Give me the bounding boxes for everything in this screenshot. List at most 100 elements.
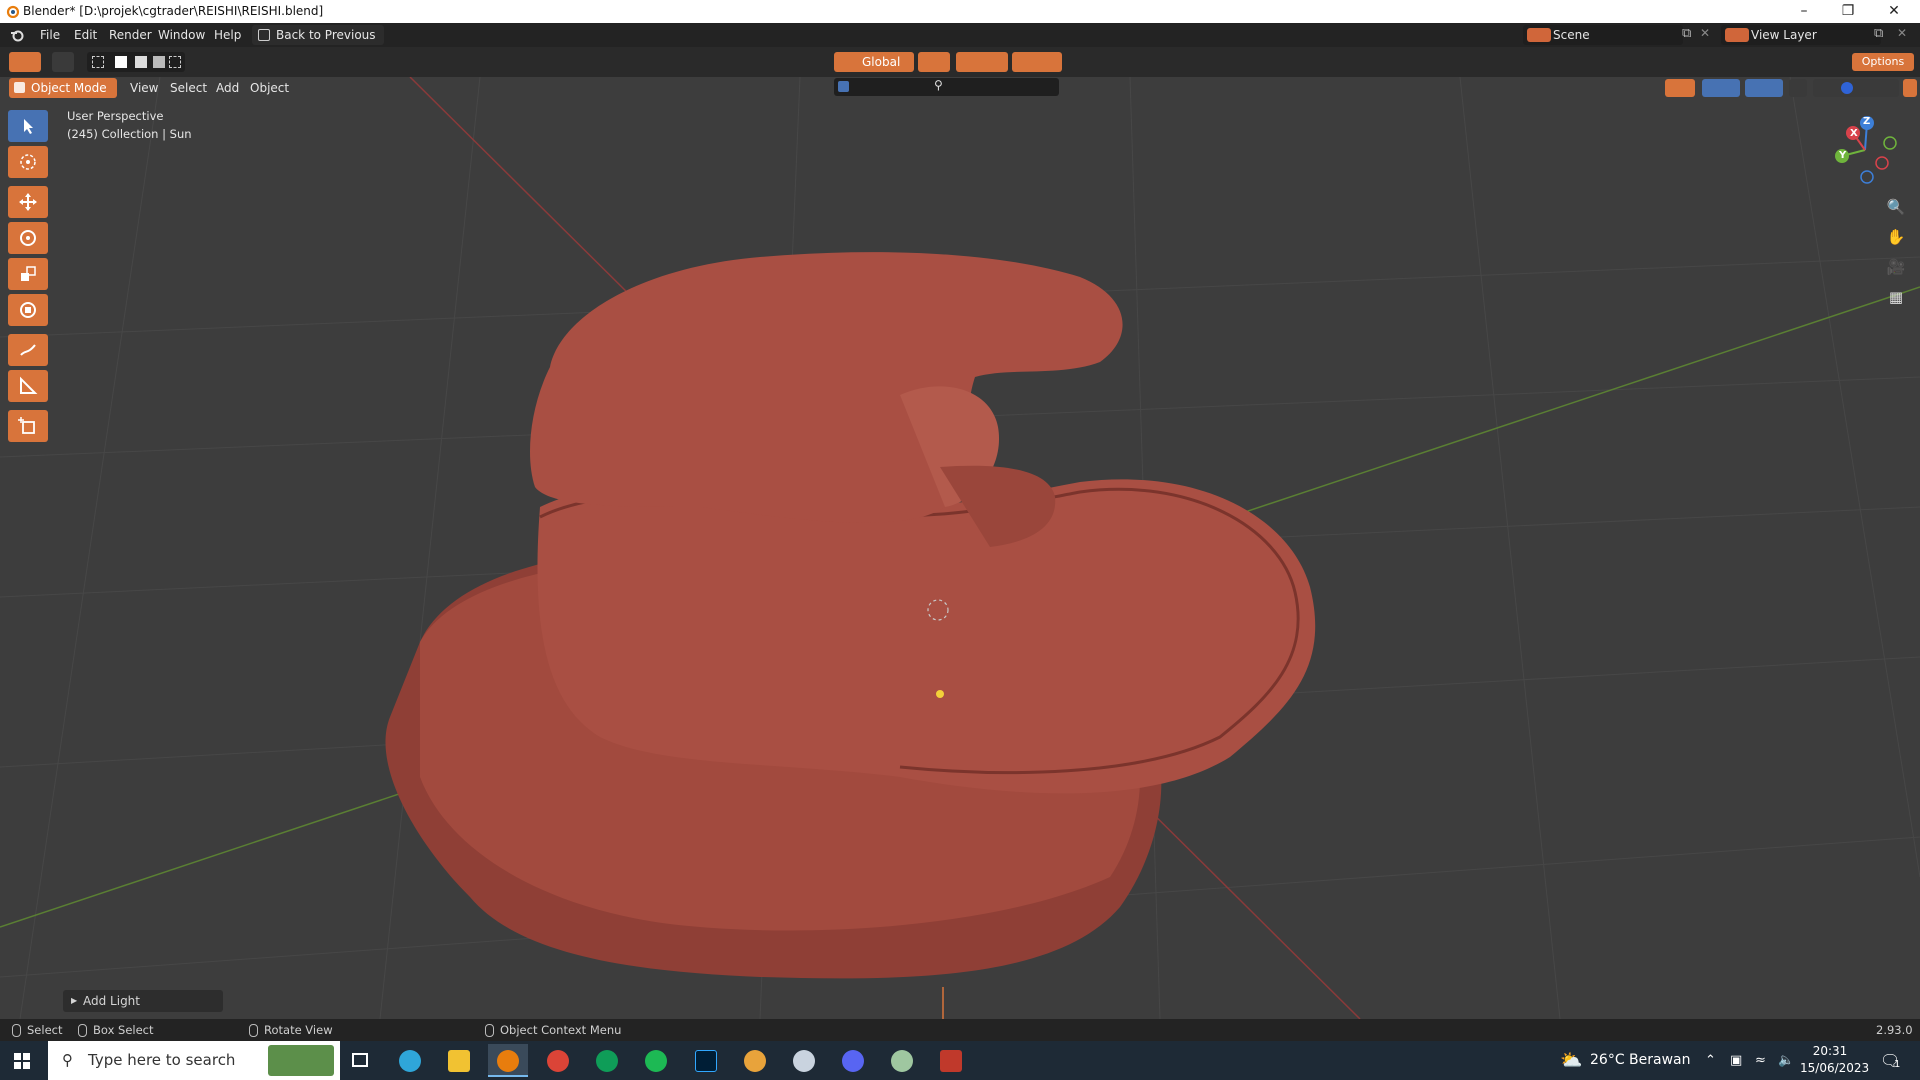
object-visibility-dropdown[interactable] bbox=[1665, 79, 1695, 97]
measure-tool-button[interactable] bbox=[8, 370, 48, 402]
viewport-filter-bar[interactable]: ⚲ bbox=[834, 78, 1059, 96]
add-light-operator-panel[interactable]: ▶ Add Light bbox=[63, 990, 223, 1012]
options-dropdown[interactable]: Options bbox=[1852, 53, 1914, 71]
minimize-button[interactable]: – bbox=[1782, 0, 1826, 23]
taskbar-app-blender[interactable] bbox=[488, 1044, 528, 1077]
pan-hand-icon[interactable]: ✋ bbox=[1884, 225, 1908, 249]
taskbar-app-chrome-2[interactable] bbox=[735, 1044, 775, 1077]
invert-mode-icon[interactable] bbox=[153, 56, 165, 68]
windows-start-icon[interactable] bbox=[14, 1053, 30, 1069]
taskbar-app-paint[interactable] bbox=[784, 1044, 824, 1077]
scale-tool-button[interactable] bbox=[8, 258, 48, 290]
cursor-tool-button[interactable] bbox=[8, 146, 48, 178]
blender-menu-icon[interactable] bbox=[10, 28, 24, 42]
chrome-profile-icon bbox=[596, 1050, 618, 1072]
delete-view-layer-icon[interactable]: ✕ bbox=[1897, 26, 1907, 40]
select-tool-mode-icon[interactable] bbox=[52, 52, 74, 72]
taskbar-app-edge[interactable] bbox=[390, 1044, 430, 1077]
viewport-menu-view[interactable]: View bbox=[124, 78, 164, 98]
new-view-layer-icon[interactable]: ⧉ bbox=[1874, 26, 1883, 41]
clock-date[interactable]: 15/06/2023 bbox=[1800, 1061, 1869, 1075]
transform-orientation-dropdown[interactable]: Global bbox=[834, 52, 914, 72]
tray-meet-icon[interactable]: ▣ bbox=[1730, 1041, 1742, 1080]
select-mode-buttons[interactable] bbox=[87, 52, 185, 72]
reishi-mushroom-model[interactable] bbox=[385, 252, 1316, 979]
delete-scene-icon[interactable]: ✕ bbox=[1700, 26, 1710, 40]
taskbar-app-photoshop[interactable] bbox=[686, 1044, 726, 1077]
menu-edit[interactable]: Edit bbox=[68, 26, 103, 44]
transform-icon bbox=[20, 302, 36, 318]
zoom-icon[interactable]: 🔍 bbox=[1884, 195, 1908, 219]
status-rotate-view-label: Rotate View bbox=[264, 1023, 333, 1037]
wifi-icon[interactable]: ≈ bbox=[1755, 1041, 1766, 1080]
rotate-tool-button[interactable] bbox=[8, 222, 48, 254]
solid-shading-icon[interactable] bbox=[1841, 82, 1853, 94]
taskbar-app-chrome[interactable] bbox=[538, 1044, 578, 1077]
gizmo-z-label: Z bbox=[1863, 116, 1871, 127]
xray-toggle[interactable] bbox=[1789, 79, 1807, 97]
window-titlebar: Blender* [D:\projek\cgtrader\REISHI\REIS… bbox=[0, 0, 1920, 23]
select-tool-button[interactable] bbox=[8, 110, 48, 142]
gizmo-toggle[interactable] bbox=[1702, 79, 1740, 97]
subtract-mode-icon[interactable] bbox=[135, 56, 147, 68]
annotate-tool-button[interactable] bbox=[8, 334, 48, 366]
move-tool-button[interactable] bbox=[8, 186, 48, 218]
search-icon[interactable]: ⚲ bbox=[934, 78, 943, 92]
intersect-mode-icon[interactable] bbox=[169, 56, 181, 68]
overlay-toggle[interactable] bbox=[1745, 79, 1783, 97]
editor-type-button[interactable] bbox=[9, 52, 41, 72]
new-scene-icon[interactable]: ⧉ bbox=[1682, 26, 1691, 41]
weather-label[interactable]: 26°C Berawan bbox=[1590, 1041, 1691, 1080]
view-layer-selector[interactable]: View Layer bbox=[1721, 25, 1881, 45]
proportional-editing-toggle[interactable] bbox=[1012, 52, 1062, 72]
viewport-menu-select[interactable]: Select bbox=[164, 78, 213, 98]
3d-viewport[interactable]: User Perspective (245) Collection | Sun … bbox=[0, 77, 1920, 1019]
folder-icon bbox=[448, 1050, 470, 1072]
set-mode-icon[interactable] bbox=[92, 56, 104, 68]
taskbar-app-game[interactable] bbox=[931, 1044, 971, 1077]
back-to-previous-button[interactable]: Back to Previous bbox=[252, 25, 384, 45]
clock-time[interactable]: 20:31 bbox=[1800, 1044, 1860, 1058]
tray-chevron-icon[interactable]: ⌃ bbox=[1705, 1041, 1716, 1080]
menu-render[interactable]: Render bbox=[103, 26, 158, 44]
taskbar-app-tool[interactable] bbox=[882, 1044, 922, 1077]
close-window-button[interactable]: ✕ bbox=[1872, 0, 1916, 23]
taskbar-app-discord[interactable] bbox=[833, 1044, 873, 1077]
left-mouse-icon bbox=[12, 1024, 21, 1037]
chrome-alt-icon bbox=[744, 1050, 766, 1072]
taskbar-app-chrome-profile[interactable] bbox=[587, 1044, 627, 1077]
restore-button[interactable]: ❐ bbox=[1826, 0, 1870, 23]
blender-logo-icon bbox=[6, 5, 19, 18]
volume-icon[interactable]: 🔈 bbox=[1778, 1041, 1794, 1080]
camera-view-icon[interactable]: 🎥 bbox=[1884, 255, 1908, 279]
status-bar: Select Box Select Rotate View Object Con… bbox=[0, 1019, 1920, 1041]
status-rotate-view: Rotate View bbox=[249, 1019, 333, 1041]
perspective-toggle-icon[interactable]: ▦ bbox=[1884, 285, 1908, 309]
taskbar-app-spotify[interactable] bbox=[636, 1044, 676, 1077]
filter-mesh-icon[interactable] bbox=[838, 81, 849, 92]
viewport-menu-add[interactable]: Add bbox=[210, 78, 245, 98]
viewport-menu-object[interactable]: Object bbox=[244, 78, 295, 98]
back-icon bbox=[258, 29, 270, 41]
object-mode-dropdown[interactable]: Object Mode bbox=[9, 78, 117, 98]
task-view-button[interactable] bbox=[340, 1044, 380, 1077]
weather-cloud-icon[interactable]: ⛅ bbox=[1560, 1041, 1582, 1080]
expand-triangle-icon[interactable]: ▶ bbox=[71, 990, 77, 1012]
menu-file[interactable]: File bbox=[34, 26, 66, 44]
snap-toggle[interactable] bbox=[956, 52, 1008, 72]
discord-icon bbox=[842, 1050, 864, 1072]
menu-help[interactable]: Help bbox=[208, 26, 247, 44]
add-cube-tool-button[interactable] bbox=[8, 410, 48, 442]
menu-window[interactable]: Window bbox=[152, 26, 211, 44]
taskbar-search-box[interactable]: ⚲ Type here to search bbox=[48, 1041, 340, 1080]
gizmo-x-label: X bbox=[1850, 128, 1858, 139]
shading-mode-buttons[interactable] bbox=[1813, 79, 1899, 97]
extend-mode-icon[interactable] bbox=[115, 56, 127, 68]
pivot-point-dropdown[interactable] bbox=[918, 52, 950, 72]
options-label: Options bbox=[1861, 55, 1905, 68]
taskbar-app-explorer[interactable] bbox=[439, 1044, 479, 1077]
shading-options-dropdown[interactable] bbox=[1903, 79, 1917, 97]
right-mouse-icon bbox=[485, 1024, 494, 1037]
transform-tool-button[interactable] bbox=[8, 294, 48, 326]
scene-selector[interactable]: Scene bbox=[1523, 25, 1683, 45]
